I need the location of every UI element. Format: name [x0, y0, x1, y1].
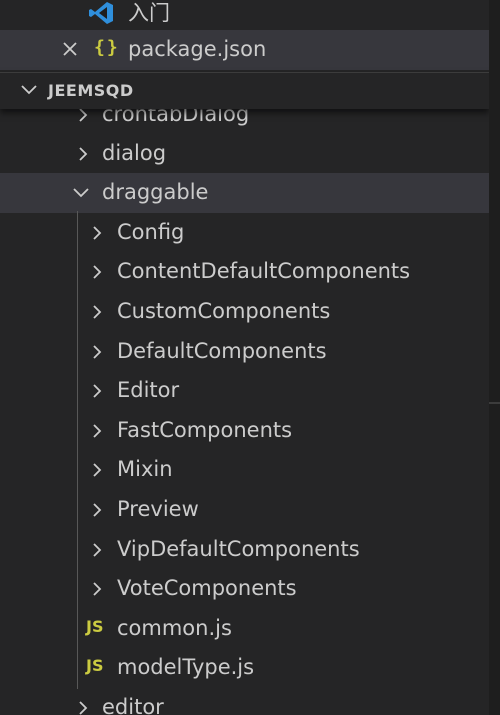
tree-label: FastComponents [117, 418, 293, 442]
chevron-right-icon [93, 305, 102, 319]
tree-label: VoteComponents [117, 576, 297, 600]
tree-label: Mixin [117, 457, 173, 481]
chevron-right-icon [93, 543, 102, 557]
tree-label: editor [102, 695, 164, 715]
tree-folder-votecomponents[interactable]: VoteComponents [0, 569, 489, 609]
tree-file-common-js[interactable]: JS common.js [0, 609, 489, 649]
section-title: JEEMSQD [48, 81, 134, 100]
chevron-down-icon [73, 188, 89, 198]
chevron-right-icon [79, 701, 88, 715]
tree-folder-draggable[interactable]: draggable [0, 173, 489, 213]
chevron-right-icon [79, 147, 88, 161]
chevron-right-icon [79, 108, 88, 122]
indent-guide [77, 211, 78, 689]
explorer-panel: 入门 {} package.json JEEMSQD crontabDialog… [0, 0, 489, 715]
tree-folder-mixin[interactable]: Mixin [0, 450, 489, 490]
chevron-down-icon [21, 85, 37, 95]
open-editor-label-package-json: package.json [128, 37, 267, 61]
tree-label: ContentDefaultComponents [117, 259, 411, 283]
vscode-icon [89, 2, 113, 24]
tree-folder-fastcomponents[interactable]: FastComponents [0, 411, 489, 451]
chevron-right-icon [93, 384, 102, 398]
tree-folder-customcomponents[interactable]: CustomComponents [0, 292, 489, 332]
tree-label: draggable [102, 180, 209, 204]
chevron-right-icon [93, 424, 102, 438]
chevron-right-icon [93, 582, 102, 596]
open-editor-item-welcome[interactable]: 入门 [0, 0, 489, 32]
tree-folder-editor-lower[interactable]: editor [0, 688, 489, 715]
open-editor-item-package-json[interactable]: {} package.json [0, 30, 489, 70]
tree-label: Preview [117, 497, 199, 521]
json-braces-icon: {} [94, 37, 120, 58]
tree-label: Config [117, 220, 185, 244]
tree-folder-config[interactable]: Config [0, 213, 489, 253]
chevron-right-icon [93, 463, 102, 477]
chevron-right-icon [93, 226, 102, 240]
tree-folder-dialog[interactable]: dialog [0, 134, 489, 174]
tree-label: common.js [117, 616, 232, 640]
editor-area-edge [489, 0, 500, 715]
tree-label: CustomComponents [117, 299, 331, 323]
chevron-right-icon [93, 265, 102, 279]
tree-label: VipDefaultComponents [117, 537, 360, 561]
javascript-file-icon: JS [86, 617, 104, 636]
tree-label: modelType.js [117, 655, 255, 679]
tree-file-modeltype-js[interactable]: JS modelType.js [0, 648, 489, 688]
tree-folder-preview[interactable]: Preview [0, 490, 489, 530]
scrollbar-marker [489, 402, 500, 404]
tree-label: Editor [117, 378, 180, 402]
tree-folder-editor[interactable]: Editor [0, 371, 489, 411]
chevron-right-icon [93, 345, 102, 359]
open-editor-label-welcome: 入门 [128, 1, 170, 25]
tree-folder-vipdefaultcomponents[interactable]: VipDefaultComponents [0, 530, 489, 570]
tree-folder-defaultcomponents[interactable]: DefaultComponents [0, 332, 489, 372]
chevron-right-icon [93, 503, 102, 517]
tree-folder-contentdefaultcomponents[interactable]: ContentDefaultComponents [0, 252, 489, 292]
close-icon[interactable] [60, 39, 80, 59]
javascript-file-icon: JS [86, 656, 104, 675]
explorer-section-header[interactable]: JEEMSQD [0, 72, 489, 109]
tree-label: dialog [102, 141, 167, 165]
tree-label: DefaultComponents [117, 339, 327, 363]
